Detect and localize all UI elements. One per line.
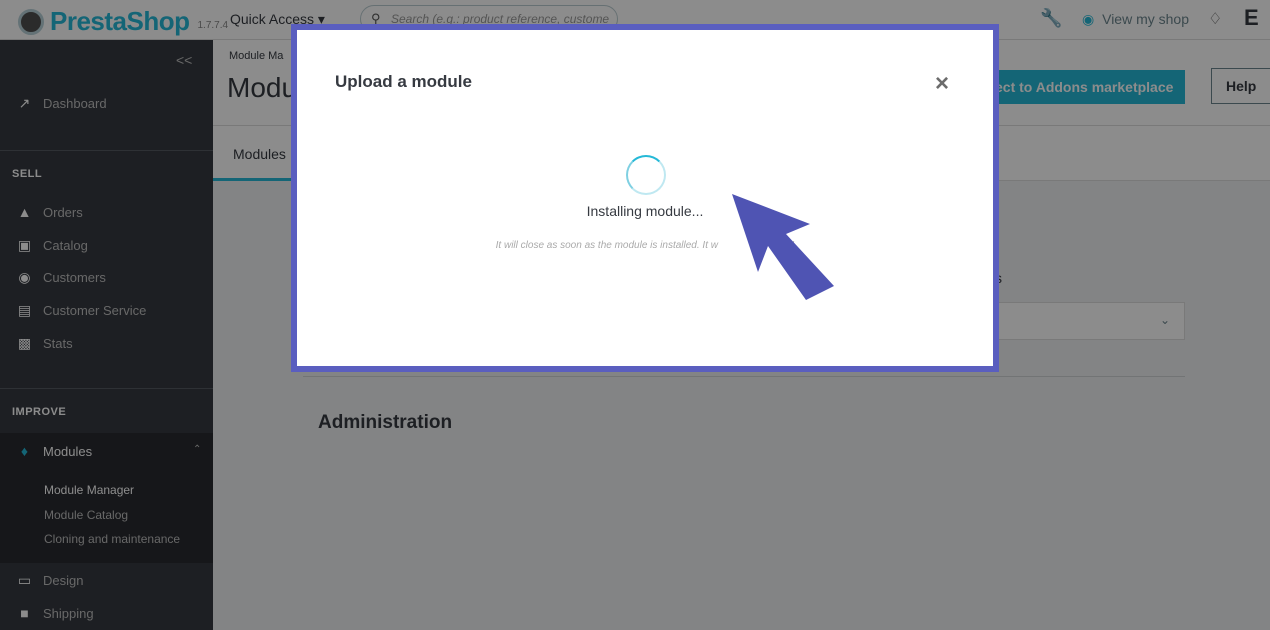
install-note-left: It will close as soon as the module is i…: [495, 240, 718, 251]
modal-title: Upload a module: [335, 72, 472, 91]
annotation-arrow-icon: [732, 194, 834, 300]
install-note: It will close as soon as the module is i…: [297, 240, 993, 251]
upload-module-modal: Upload a module × Installing module... I…: [291, 24, 999, 372]
installing-status: Installing module...: [586, 203, 704, 219]
close-icon[interactable]: ×: [935, 70, 949, 98]
loading-spinner-icon: [626, 155, 666, 195]
